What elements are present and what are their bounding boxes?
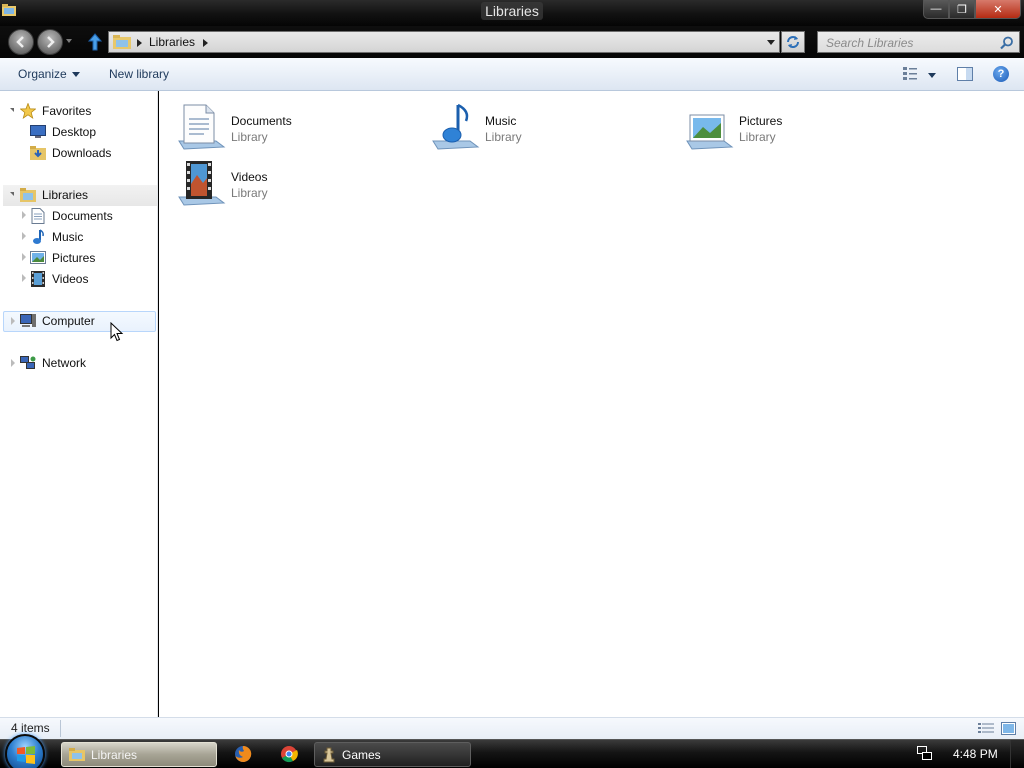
- collapse-libraries-icon[interactable]: [10, 192, 14, 196]
- maximize-button[interactable]: ❐: [949, 0, 975, 19]
- organize-button[interactable]: Organize: [18, 67, 80, 81]
- windows-logo-icon: [17, 746, 35, 764]
- close-button[interactable]: ✕: [975, 0, 1021, 19]
- videos-library-icon: [178, 161, 226, 206]
- nav-favorites-desktop[interactable]: Desktop: [30, 121, 96, 142]
- taskbar-libraries-button[interactable]: Libraries: [61, 742, 217, 767]
- desktop-icon: [30, 124, 46, 140]
- view-options-dropdown[interactable]: [928, 73, 936, 78]
- chess-piece-icon: [323, 747, 335, 762]
- help-button[interactable]: ?: [993, 66, 1009, 82]
- recent-pages-dropdown[interactable]: [66, 39, 72, 43]
- preview-pane-icon[interactable]: [957, 67, 973, 81]
- documents-icon: [30, 207, 46, 224]
- library-documents[interactable]: Documents Library: [159, 97, 399, 150]
- search-input[interactable]: Search Libraries: [817, 31, 1020, 53]
- expand-network-icon[interactable]: [11, 359, 15, 367]
- library-music[interactable]: Music Library: [413, 97, 653, 150]
- downloads-folder-icon: [30, 145, 46, 161]
- refresh-button[interactable]: [781, 31, 805, 53]
- refresh-icon: [787, 36, 799, 48]
- nav-favorites-downloads[interactable]: Downloads: [30, 142, 111, 163]
- command-bar: Organize New library ?: [0, 58, 1024, 91]
- window-title: Libraries: [0, 2, 1024, 20]
- library-name: Pictures: [739, 114, 783, 128]
- mouse-cursor-icon: [110, 322, 124, 342]
- nav-libraries-pictures[interactable]: Pictures: [30, 247, 95, 268]
- breadcrumb-separator-icon[interactable]: [203, 39, 208, 47]
- expand-documents-icon[interactable]: [22, 211, 26, 219]
- libraries-folder-icon: [20, 187, 36, 203]
- forward-arrow-icon: [47, 36, 55, 48]
- library-pictures[interactable]: Pictures Library: [667, 97, 907, 150]
- star-icon: [20, 102, 36, 119]
- chevron-down-icon: [71, 72, 80, 78]
- nav-favorites[interactable]: Favorites: [20, 100, 91, 121]
- nav-libraries[interactable]: Libraries: [20, 184, 88, 205]
- library-type: Library: [231, 186, 268, 200]
- taskbar-games-button[interactable]: Games: [314, 742, 471, 767]
- library-type: Library: [739, 130, 776, 144]
- search-icon[interactable]: [1000, 36, 1014, 50]
- breadcrumb-separator-icon[interactable]: [137, 39, 142, 47]
- network-tray-icon[interactable]: [917, 746, 932, 760]
- collapse-favorites-icon[interactable]: [10, 108, 14, 112]
- title-bar: Libraries — ❐ ✕: [0, 0, 1024, 26]
- pictures-icon: [30, 250, 46, 266]
- back-button[interactable]: [8, 29, 34, 55]
- taskbar-clock[interactable]: 4:48 PM: [953, 747, 998, 761]
- library-type: Library: [231, 130, 268, 144]
- expand-pictures-icon[interactable]: [22, 253, 26, 261]
- start-button[interactable]: [5, 734, 45, 768]
- documents-library-icon: [178, 104, 226, 150]
- network-icon: [20, 355, 36, 371]
- change-view-icon[interactable]: [903, 67, 921, 81]
- address-row: Libraries Search Libraries: [0, 26, 1024, 58]
- content-area: Documents Library Music Library Pictures…: [159, 91, 1024, 717]
- library-name: Videos: [231, 170, 268, 184]
- address-bar[interactable]: Libraries: [108, 31, 780, 53]
- pictures-library-icon: [686, 114, 734, 150]
- nav-libraries-documents[interactable]: Documents: [30, 205, 113, 226]
- nav-computer[interactable]: Computer: [20, 310, 95, 331]
- expand-videos-icon[interactable]: [22, 274, 26, 282]
- library-name: Documents: [231, 114, 292, 128]
- nav-libraries-music[interactable]: Music: [30, 226, 83, 247]
- search-placeholder: Search Libraries: [826, 36, 914, 50]
- new-library-button[interactable]: New library: [109, 67, 169, 81]
- nav-libraries-videos[interactable]: Videos: [30, 268, 88, 289]
- large-icons-view-icon[interactable]: [1001, 722, 1016, 735]
- expand-computer-icon[interactable]: [11, 317, 15, 325]
- chrome-icon[interactable]: [280, 745, 298, 763]
- up-arrow-icon[interactable]: [88, 33, 102, 51]
- music-icon: [30, 228, 46, 245]
- status-separator: [60, 720, 61, 737]
- library-name: Music: [485, 114, 517, 128]
- details-view-icon[interactable]: [978, 722, 994, 735]
- libraries-folder-icon: [69, 748, 85, 761]
- library-type: Library: [485, 130, 522, 144]
- minimize-button[interactable]: —: [923, 0, 949, 19]
- taskbar: Libraries Games 4:48 PM: [0, 734, 1024, 768]
- nav-network[interactable]: Network: [20, 352, 86, 373]
- breadcrumb-libraries[interactable]: Libraries: [149, 35, 195, 49]
- status-bar: 4 items: [0, 717, 1024, 739]
- item-count: 4 items: [11, 721, 50, 735]
- computer-icon: [20, 313, 36, 329]
- library-videos[interactable]: Videos Library: [159, 153, 399, 206]
- music-library-icon: [432, 103, 480, 150]
- show-desktop-button[interactable]: [1010, 740, 1024, 768]
- libraries-folder-icon: [113, 35, 131, 49]
- navigation-pane: Favorites Desktop Downloads Libraries Do…: [0, 91, 158, 717]
- expand-music-icon[interactable]: [22, 232, 26, 240]
- back-arrow-icon: [16, 36, 24, 48]
- address-dropdown-icon[interactable]: [767, 40, 775, 45]
- videos-icon: [30, 270, 46, 287]
- forward-button[interactable]: [37, 29, 63, 55]
- firefox-icon[interactable]: [234, 745, 252, 763]
